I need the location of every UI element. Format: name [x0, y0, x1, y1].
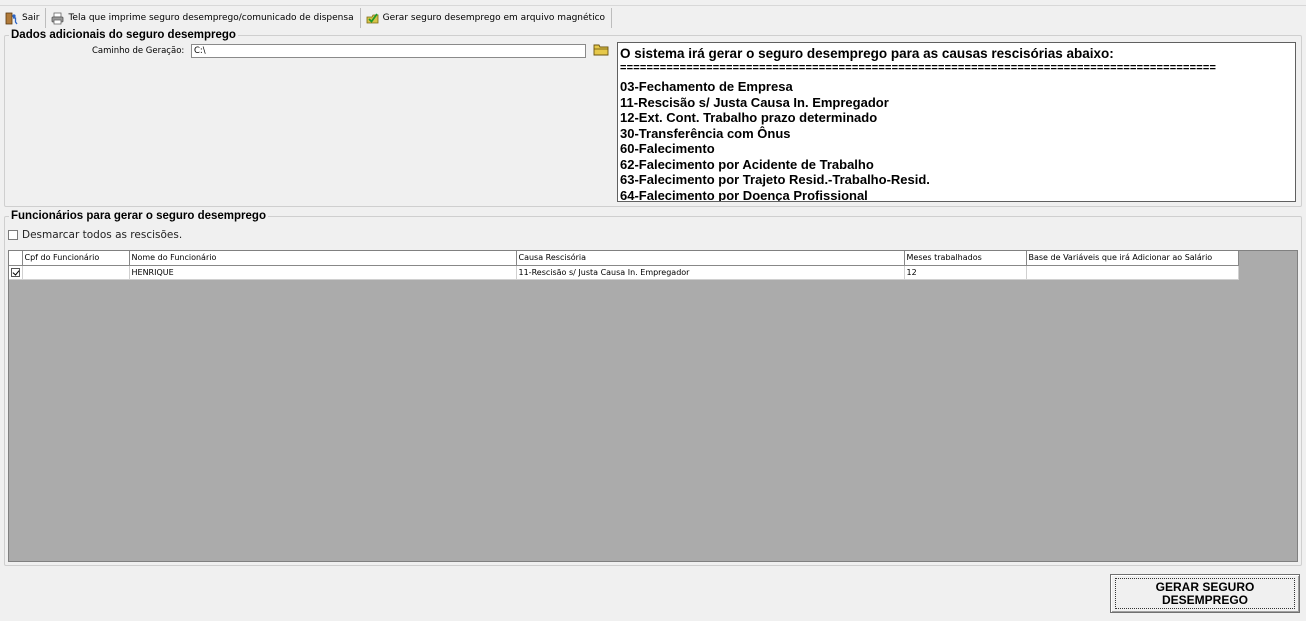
generate-button-label: GERAR SEGURO DESEMPREGO	[1115, 578, 1295, 609]
causes-title: O sistema irá gerar o seguro desemprego …	[620, 46, 1114, 61]
cell-months[interactable]: 12	[904, 265, 1027, 280]
row-select-cell[interactable]	[9, 265, 23, 280]
toolbar: Sair Tela que imprime seguro desemprego/…	[0, 8, 1306, 28]
cause-item: 11-Rescisão s/ Justa Causa In. Empregado…	[620, 94, 889, 110]
rescission-causes-panel: O sistema irá gerar o seguro desemprego …	[617, 42, 1296, 202]
column-header-cause[interactable]: Causa Rescisória	[516, 251, 905, 266]
cause-item: 64-Falecimento por Doença Profissional	[620, 187, 868, 202]
column-header-name[interactable]: Nome do Funcionário	[129, 251, 517, 266]
generate-button-line2: DESEMPREGO	[1161, 592, 1248, 607]
cell-name[interactable]: HENRIQUE	[129, 265, 517, 280]
table-header-row: Cpf do Funcionário Nome do Funcionário C…	[9, 251, 1239, 266]
cause-item: 30-Transferência com Ônus	[620, 125, 791, 141]
window-top-strip	[0, 0, 1306, 6]
generate-magnetic-file-button[interactable]: Gerar seguro desemprego em arquivo magné…	[361, 8, 613, 28]
generate-button-line1: GERAR SEGURO	[1155, 579, 1255, 594]
column-header-base[interactable]: Base de Variáveis que irá Adicionar ao S…	[1026, 251, 1239, 266]
employees-legend: Funcionários para gerar o seguro desempr…	[11, 210, 266, 222]
indicator-column-header	[9, 251, 23, 266]
printer-icon	[51, 12, 64, 25]
generate-file-icon	[366, 12, 379, 25]
cell-cause[interactable]: 11-Rescisão s/ Justa Causa In. Empregado…	[516, 265, 905, 280]
column-header-cpf[interactable]: Cpf do Funcionário	[22, 251, 130, 266]
exit-label: Sair	[22, 13, 40, 23]
uncheck-all-box[interactable]	[8, 230, 18, 240]
exit-button[interactable]: Sair	[0, 8, 47, 28]
print-dismissal-label: Tela que imprime seguro desemprego/comun…	[68, 13, 354, 23]
causes-separator: ========================================…	[620, 62, 1217, 74]
cause-item: 12-Ext. Cont. Trabalho prazo determinado	[620, 110, 878, 125]
cell-base[interactable]	[1026, 265, 1239, 280]
employees-table: Cpf do Funcionário Nome do Funcionário C…	[9, 251, 1239, 280]
employees-grid: Cpf do Funcionário Nome do Funcionário C…	[8, 250, 1298, 562]
additional-data-legend: Dados adicionais do seguro desemprego	[11, 29, 236, 41]
generate-unemployment-insurance-button[interactable]: GERAR SEGURO DESEMPREGO	[1110, 574, 1300, 613]
cause-item: 03-Fechamento de Empresa	[620, 79, 793, 94]
cause-item: 63-Falecimento por Trajeto Resid.-Trabal…	[620, 172, 930, 187]
generate-magnetic-file-label: Gerar seguro desemprego em arquivo magné…	[382, 13, 606, 23]
row-checkbox[interactable]	[10, 267, 20, 277]
browse-folder-button[interactable]	[591, 43, 610, 59]
table-row[interactable]: HENRIQUE 11-Rescisão s/ Justa Causa In. …	[9, 265, 1239, 280]
column-header-months[interactable]: Meses trabalhados	[904, 251, 1027, 266]
cause-item: 62-Falecimento por Acidente de Trabalho	[620, 156, 874, 172]
generation-path-label: Caminho de Geração:	[92, 46, 185, 56]
exit-icon	[5, 12, 18, 25]
uncheck-all-checkbox[interactable]: Desmarcar todos as rescisões.	[8, 229, 182, 241]
uncheck-all-label: Desmarcar todos as rescisões.	[22, 229, 183, 241]
folder-icon	[593, 43, 609, 59]
causes-list: 03-Fechamento de Empresa 11-Rescisão s/ …	[620, 79, 930, 202]
generation-path-input[interactable]: C:\	[191, 44, 586, 58]
print-dismissal-button[interactable]: Tela que imprime seguro desemprego/comun…	[46, 8, 361, 28]
cause-item: 60-Falecimento	[620, 141, 715, 156]
cell-cpf[interactable]	[22, 265, 130, 280]
